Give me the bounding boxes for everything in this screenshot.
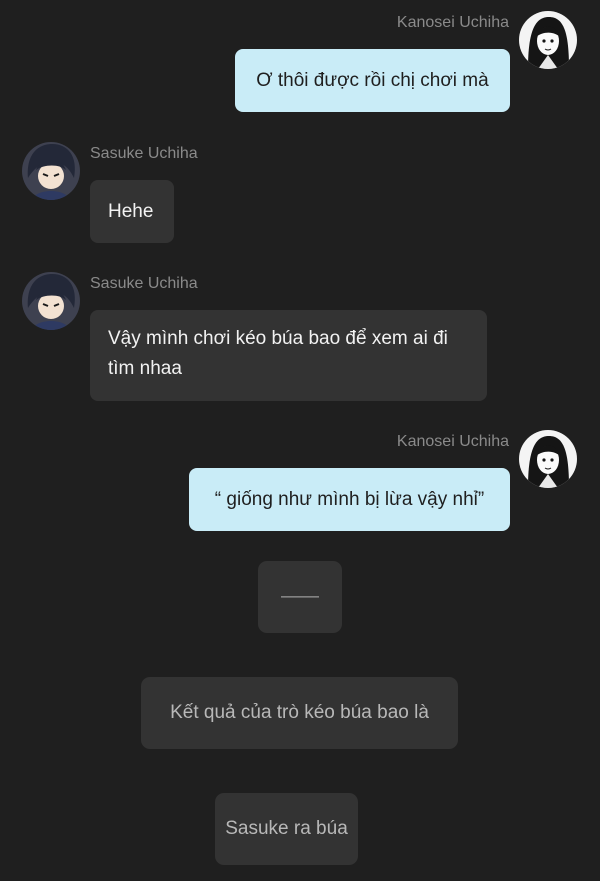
sender-name-sasuke: Sasuke Uchiha <box>90 275 198 292</box>
message-text: Vậy mình chơi kéo búa bao để xem ai đi t… <box>108 328 448 379</box>
system-divider: —— <box>258 561 342 633</box>
sender-name-kanosei: Kanosei Uchiha <box>396 14 509 31</box>
result-value-text: Sasuke ra búa <box>225 818 348 839</box>
system-result-value: Sasuke ra búa <box>215 793 358 865</box>
message-bubble-self[interactable]: “ giống như mình bị lừa vậy nhỉ” <box>189 468 510 531</box>
message-text: Ơ thôi được rồi chị chơi mà <box>256 69 489 91</box>
message-bubble-self[interactable]: Ơ thôi được rồi chị chơi mà <box>235 49 510 112</box>
kanosei-avatar-icon[interactable] <box>519 11 577 69</box>
sender-name-kanosei: Kanosei Uchiha <box>396 433 509 450</box>
sasuke-avatar-icon[interactable] <box>22 142 80 200</box>
message-text: Hehe <box>108 200 154 222</box>
message-bubble-other[interactable]: Hehe <box>90 180 174 243</box>
sender-name-sasuke: Sasuke Uchiha <box>90 145 198 162</box>
sasuke-avatar-icon[interactable] <box>22 272 80 330</box>
result-label-text: Kết quả của trò kéo búa bao là <box>170 702 429 723</box>
message-text: “ giống như mình bị lừa vậy nhỉ” <box>214 488 485 510</box>
kanosei-avatar-icon[interactable] <box>519 430 577 488</box>
system-result-label: Kết quả của trò kéo búa bao là <box>141 677 458 749</box>
message-bubble-other[interactable]: Vậy mình chơi kéo búa bao để xem ai đi t… <box>90 310 487 401</box>
divider-text: —— <box>281 586 319 607</box>
